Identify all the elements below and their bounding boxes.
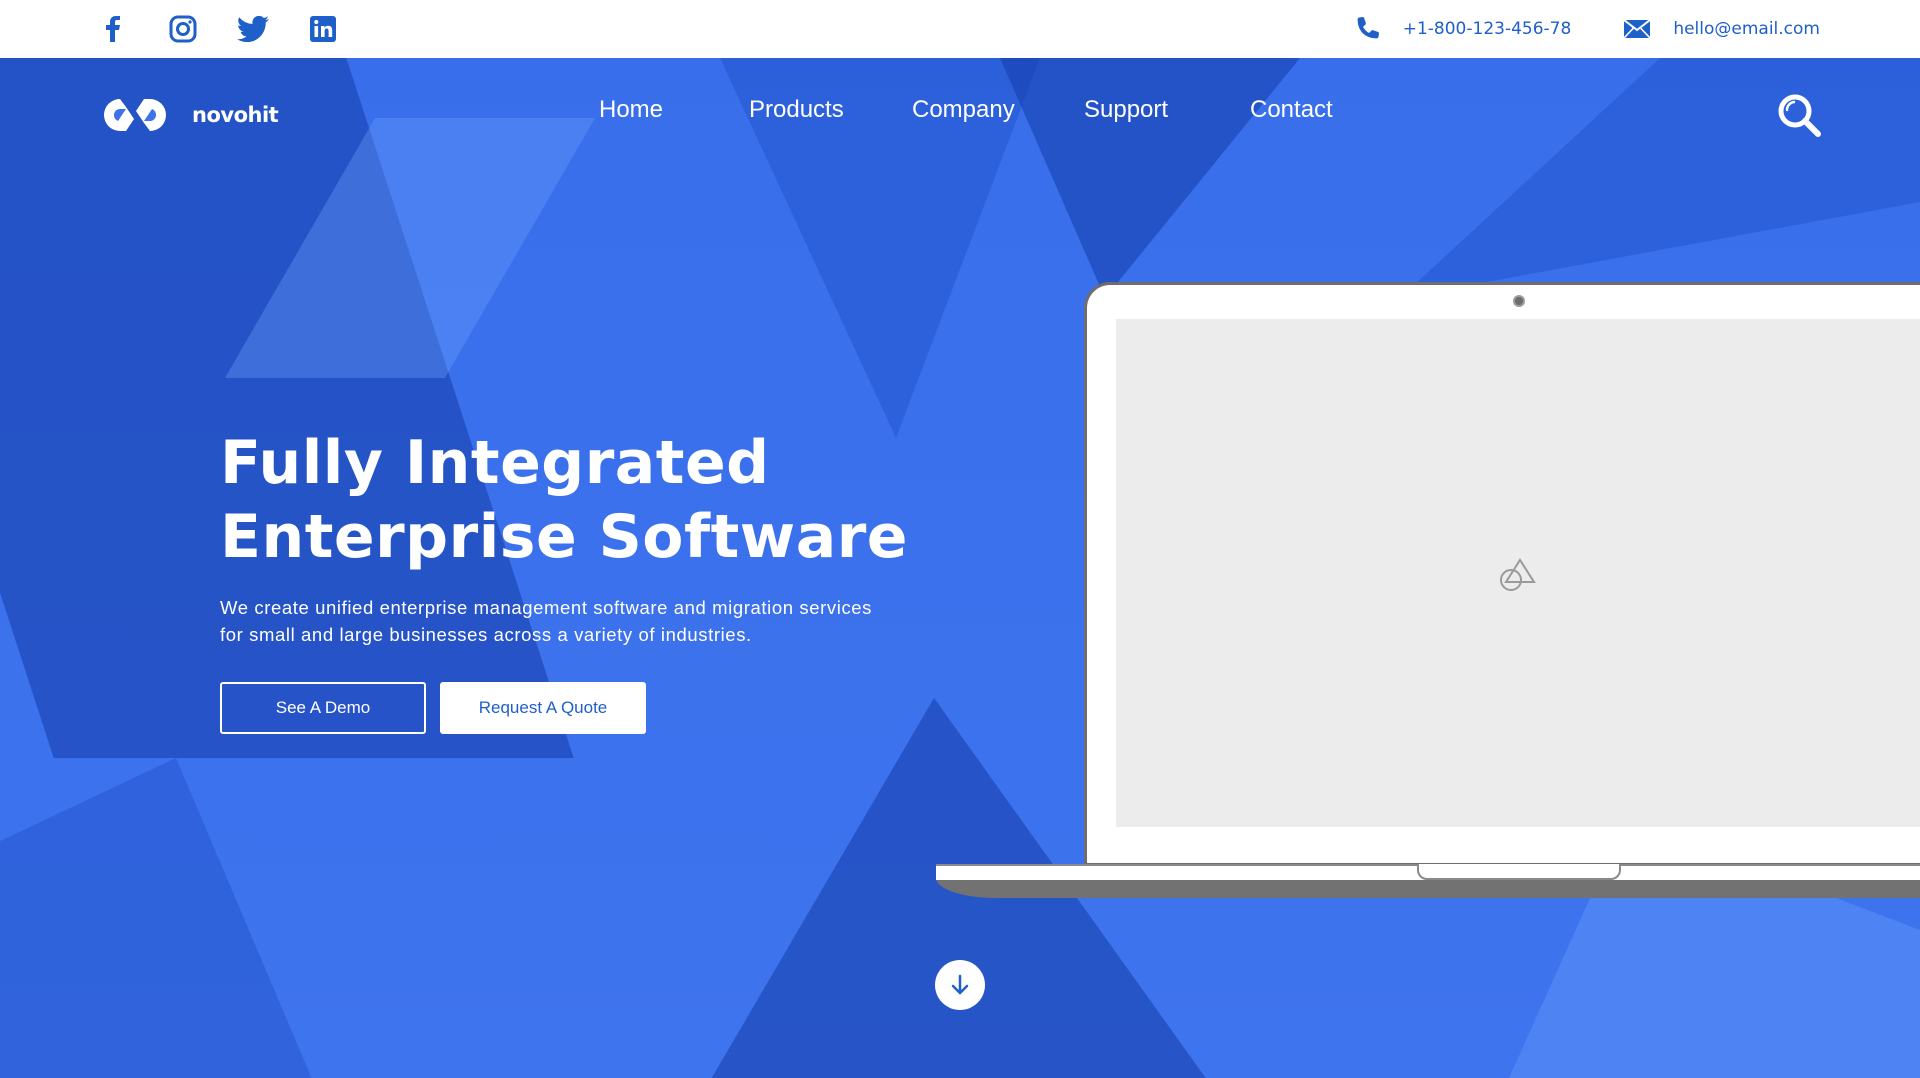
email-contact[interactable]: hello@email.com xyxy=(1623,15,1820,43)
background-building xyxy=(0,758,320,1078)
nav-company[interactable]: Company xyxy=(912,96,1015,124)
phone-icon xyxy=(1353,15,1381,43)
top-bar: +1-800-123-456-78 hello@email.com xyxy=(0,0,1920,58)
facebook-icon[interactable] xyxy=(96,12,130,46)
nav-contact[interactable]: Contact xyxy=(1250,96,1333,124)
nav-support[interactable]: Support xyxy=(1084,96,1168,124)
instagram-icon[interactable] xyxy=(166,12,200,46)
background-building xyxy=(1400,58,1920,298)
mail-icon xyxy=(1623,15,1651,43)
contact-info: +1-800-123-456-78 hello@email.com xyxy=(1301,0,1820,58)
search-icon xyxy=(1778,94,1821,137)
phone-number: +1-800-123-456-78 xyxy=(1402,19,1572,39)
linkedin-icon[interactable] xyxy=(306,12,340,46)
hero-title-line-1: Fully Integrated xyxy=(220,428,770,498)
background-building xyxy=(1000,58,1300,298)
arrow-down-icon xyxy=(951,974,969,995)
nav-products[interactable]: Products xyxy=(749,96,844,124)
laptop-notch xyxy=(1417,864,1621,880)
image-placeholder-icon xyxy=(1500,558,1536,591)
laptop-base-shadow xyxy=(936,878,1920,898)
hero-subtitle-line-1: We create unified enterprise management … xyxy=(220,597,873,618)
laptop-camera xyxy=(1513,295,1525,307)
hero-subtitle: We create unified enterprise management … xyxy=(220,594,980,648)
hero-title-line-2: Enterprise Software xyxy=(220,502,908,572)
main-nav: Home Products Company Support Contact xyxy=(0,96,1920,136)
email-address: hello@email.com xyxy=(1673,19,1820,39)
search-button[interactable] xyxy=(1776,92,1822,138)
social-links xyxy=(96,12,376,46)
see-demo-button[interactable]: See A Demo xyxy=(220,682,426,734)
nav-home[interactable]: Home xyxy=(599,96,663,124)
request-quote-button[interactable]: Request A Quote xyxy=(440,682,646,734)
hero-subtitle-line-2: for small and large businesses across a … xyxy=(220,624,752,645)
twitter-icon[interactable] xyxy=(236,12,270,46)
phone-contact[interactable]: +1-800-123-456-78 xyxy=(1353,15,1572,43)
hero-title: Fully Integrated Enterprise Software xyxy=(220,426,920,574)
scroll-down-button[interactable] xyxy=(935,960,985,1010)
